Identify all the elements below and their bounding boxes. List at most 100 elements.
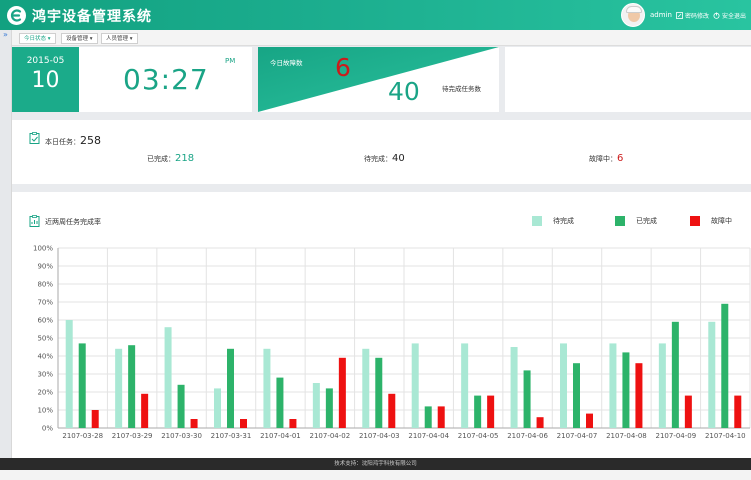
bar bbox=[338, 357, 346, 428]
menu-staff-management[interactable]: 人员管理 ▾ bbox=[101, 33, 138, 44]
bottom-strip bbox=[0, 470, 751, 480]
bar bbox=[227, 348, 234, 428]
change-password-link[interactable]: 密码修改 bbox=[676, 11, 709, 20]
y-tick-label: 60% bbox=[37, 317, 53, 325]
x-tick-label: 2107-04-04 bbox=[408, 432, 449, 440]
bar bbox=[115, 348, 123, 428]
bar bbox=[325, 388, 333, 428]
bar bbox=[635, 363, 643, 428]
bar bbox=[437, 406, 445, 428]
bar bbox=[536, 417, 544, 428]
x-tick-label: 2107-04-02 bbox=[310, 432, 351, 440]
x-tick-label: 2107-04-07 bbox=[557, 432, 598, 440]
stat-pending: 待完成：40 bbox=[364, 153, 405, 164]
bar bbox=[190, 419, 198, 428]
x-tick-label: 2107-04-05 bbox=[458, 432, 499, 440]
y-tick-label: 90% bbox=[37, 263, 53, 271]
y-tick-label: 100% bbox=[33, 245, 53, 253]
x-tick-label: 2107-04-06 bbox=[507, 432, 548, 440]
edit-icon bbox=[676, 12, 683, 19]
stat-done-value: 218 bbox=[175, 153, 195, 164]
y-tick-label: 50% bbox=[37, 335, 53, 343]
x-tick-label: 2107-04-08 bbox=[606, 432, 647, 440]
bar bbox=[388, 393, 396, 428]
stat-fault: 故障中：6 bbox=[589, 153, 623, 164]
logo-icon bbox=[7, 6, 26, 25]
bar bbox=[523, 370, 531, 428]
clock-time: 03:27 bbox=[123, 63, 209, 96]
bar bbox=[586, 413, 593, 428]
bar bbox=[362, 348, 370, 428]
x-tick-label: 2107-04-09 bbox=[656, 432, 697, 440]
bar bbox=[214, 388, 221, 428]
day-number: 10 bbox=[31, 68, 60, 93]
stat-fault-label: 故障中： bbox=[589, 155, 617, 163]
bar bbox=[658, 343, 666, 428]
bar bbox=[734, 395, 742, 428]
y-tick-label: 20% bbox=[37, 389, 53, 397]
fault-card: 今日故障数 6 40 待完成任务数 bbox=[258, 47, 499, 112]
logout-link[interactable]: 安全退出 bbox=[713, 11, 746, 20]
fault-count: 6 bbox=[335, 53, 351, 82]
x-tick-label: 2107-03-31 bbox=[211, 432, 252, 440]
footer: 技术支持：沈阳鸿宇科技有限公司 bbox=[0, 458, 751, 470]
bar bbox=[609, 343, 617, 428]
bar bbox=[622, 352, 630, 428]
x-tick-label: 2107-03-28 bbox=[62, 432, 103, 440]
date-card: 2015-05 10 bbox=[12, 47, 79, 112]
change-password-label: 密码修改 bbox=[685, 13, 710, 20]
bar bbox=[573, 363, 580, 428]
bar-chart: 0% 10% 20% 30% 40% 50% 60% 70% 80% 90% 100% 2107-03… bbox=[33, 245, 751, 440]
logout-label: 安全退出 bbox=[722, 13, 747, 20]
fault-label: 今日故障数 bbox=[270, 59, 303, 67]
y-tick-label: 30% bbox=[37, 371, 53, 379]
bar bbox=[78, 343, 86, 428]
x-tick-label: 2107-04-03 bbox=[359, 432, 400, 440]
stat-pending-value: 40 bbox=[392, 153, 405, 164]
bar bbox=[510, 347, 518, 428]
y-tick-label: 70% bbox=[37, 299, 53, 307]
stat-done: 已完成：218 bbox=[147, 153, 194, 164]
clock-ampm: PM bbox=[225, 57, 236, 65]
bar bbox=[375, 357, 383, 428]
today-tasks-card: 本日任务：258 已完成：218 待完成：40 故障中：6 bbox=[12, 120, 751, 184]
pending-count: 40 bbox=[388, 77, 420, 106]
today-title: 本日任务：258 bbox=[45, 134, 101, 147]
bar bbox=[289, 419, 297, 428]
y-tick-label: 0% bbox=[42, 425, 53, 433]
bar bbox=[671, 321, 679, 428]
x-tick-label: 2107-04-10 bbox=[705, 432, 746, 440]
username[interactable]: admin bbox=[650, 11, 672, 19]
bar bbox=[164, 327, 172, 428]
top-header: 鸿宇设备管理系统 admin 密码修改 安全退出 bbox=[0, 0, 751, 30]
bar bbox=[424, 406, 432, 428]
bar bbox=[65, 320, 73, 428]
bar bbox=[141, 393, 149, 428]
y-tick-label: 40% bbox=[37, 353, 53, 361]
clipboard-check-icon bbox=[29, 132, 40, 144]
avatar[interactable] bbox=[621, 3, 645, 27]
today-title-label: 本日任务： bbox=[45, 138, 80, 146]
x-tick-label: 2107-03-29 bbox=[112, 432, 153, 440]
app-title: 鸿宇设备管理系统 bbox=[32, 9, 152, 25]
bar bbox=[177, 384, 185, 428]
bar bbox=[684, 395, 692, 428]
stat-fault-value: 6 bbox=[617, 153, 624, 164]
chart-card: 近两周任务完成率 待完成 已完成 故障中 0% 10% 20% 30% 40% 50% 60… bbox=[12, 192, 751, 458]
pending-label: 待完成任务数 bbox=[442, 85, 481, 93]
bar bbox=[276, 377, 284, 428]
bar bbox=[312, 383, 320, 428]
sidebar-toggle[interactable]: » bbox=[0, 30, 12, 458]
bar bbox=[708, 321, 716, 428]
bar bbox=[560, 343, 567, 428]
menu-today-status[interactable]: 今日状态 ▾ bbox=[19, 33, 56, 44]
bar bbox=[240, 419, 247, 428]
bar bbox=[411, 343, 419, 428]
menu-device-management[interactable]: 设备管理 ▾ bbox=[61, 33, 98, 44]
bar bbox=[474, 395, 482, 428]
bar bbox=[91, 410, 99, 428]
stat-pending-label: 待完成： bbox=[364, 155, 392, 163]
power-icon bbox=[713, 12, 720, 19]
bar bbox=[263, 348, 271, 428]
stat-done-label: 已完成： bbox=[147, 155, 175, 163]
